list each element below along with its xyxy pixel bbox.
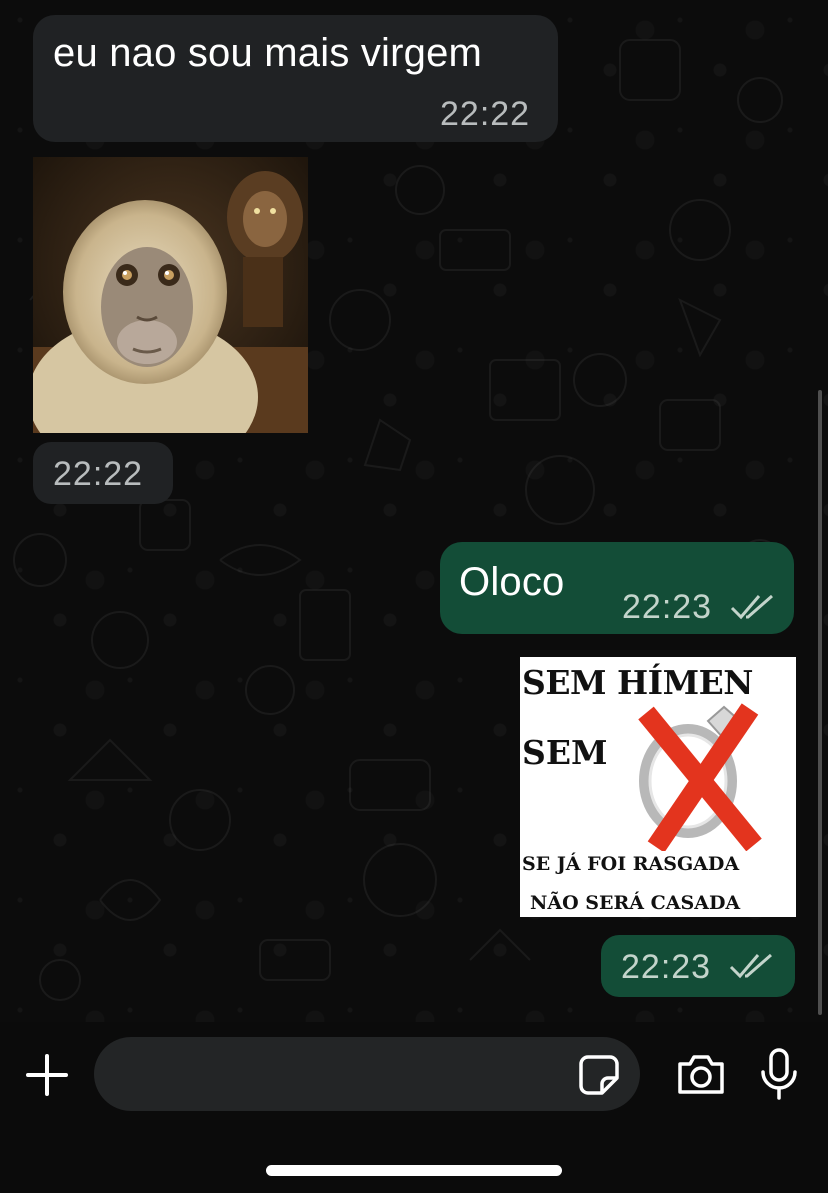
outgoing-image-meme[interactable]: SEM HÍMEN SEM SE JÁ FOI RASGADA NÃO SERÁ…: [520, 657, 796, 917]
message-time: 22:22: [53, 455, 144, 493]
crossed-ring-image: [638, 703, 762, 851]
message-text: Oloco: [459, 560, 565, 604]
incoming-message-bubble[interactable]: eu nao sou mais virgem 22:22: [33, 15, 558, 142]
chat-area[interactable]: eu nao sou mais virgem 22:22 22:22 Oloco…: [0, 0, 828, 1022]
plus-icon[interactable]: [24, 1052, 70, 1098]
sticker-icon[interactable]: [578, 1054, 620, 1096]
read-receipt-icon: [729, 953, 772, 979]
camera-icon[interactable]: [676, 1052, 726, 1096]
message-time: 22:23: [621, 948, 712, 986]
incoming-image-monkey[interactable]: [33, 157, 308, 433]
message-time: 22:22: [440, 95, 531, 133]
image-time-pill: 22:22: [33, 442, 173, 504]
microphone-icon[interactable]: [760, 1048, 798, 1100]
read-receipt-icon: [730, 594, 773, 620]
home-indicator[interactable]: [266, 1165, 562, 1176]
outgoing-message-bubble[interactable]: Oloco 22:23: [440, 542, 794, 634]
scrollbar[interactable]: [818, 390, 822, 1015]
meme-line-1: SEM HÍMEN: [522, 663, 753, 702]
meme-line-2: SEM: [522, 733, 608, 772]
message-input[interactable]: [94, 1037, 640, 1111]
message-text: eu nao sou mais virgem: [53, 31, 483, 75]
meme-line-3: SE JÁ FOI RASGADA: [522, 853, 740, 875]
message-time: 22:23: [622, 588, 713, 626]
meme-line-4: NÃO SERÁ CASADA: [530, 892, 741, 914]
monkey-image: [33, 157, 308, 433]
image-time-pill: 22:23: [601, 935, 795, 997]
